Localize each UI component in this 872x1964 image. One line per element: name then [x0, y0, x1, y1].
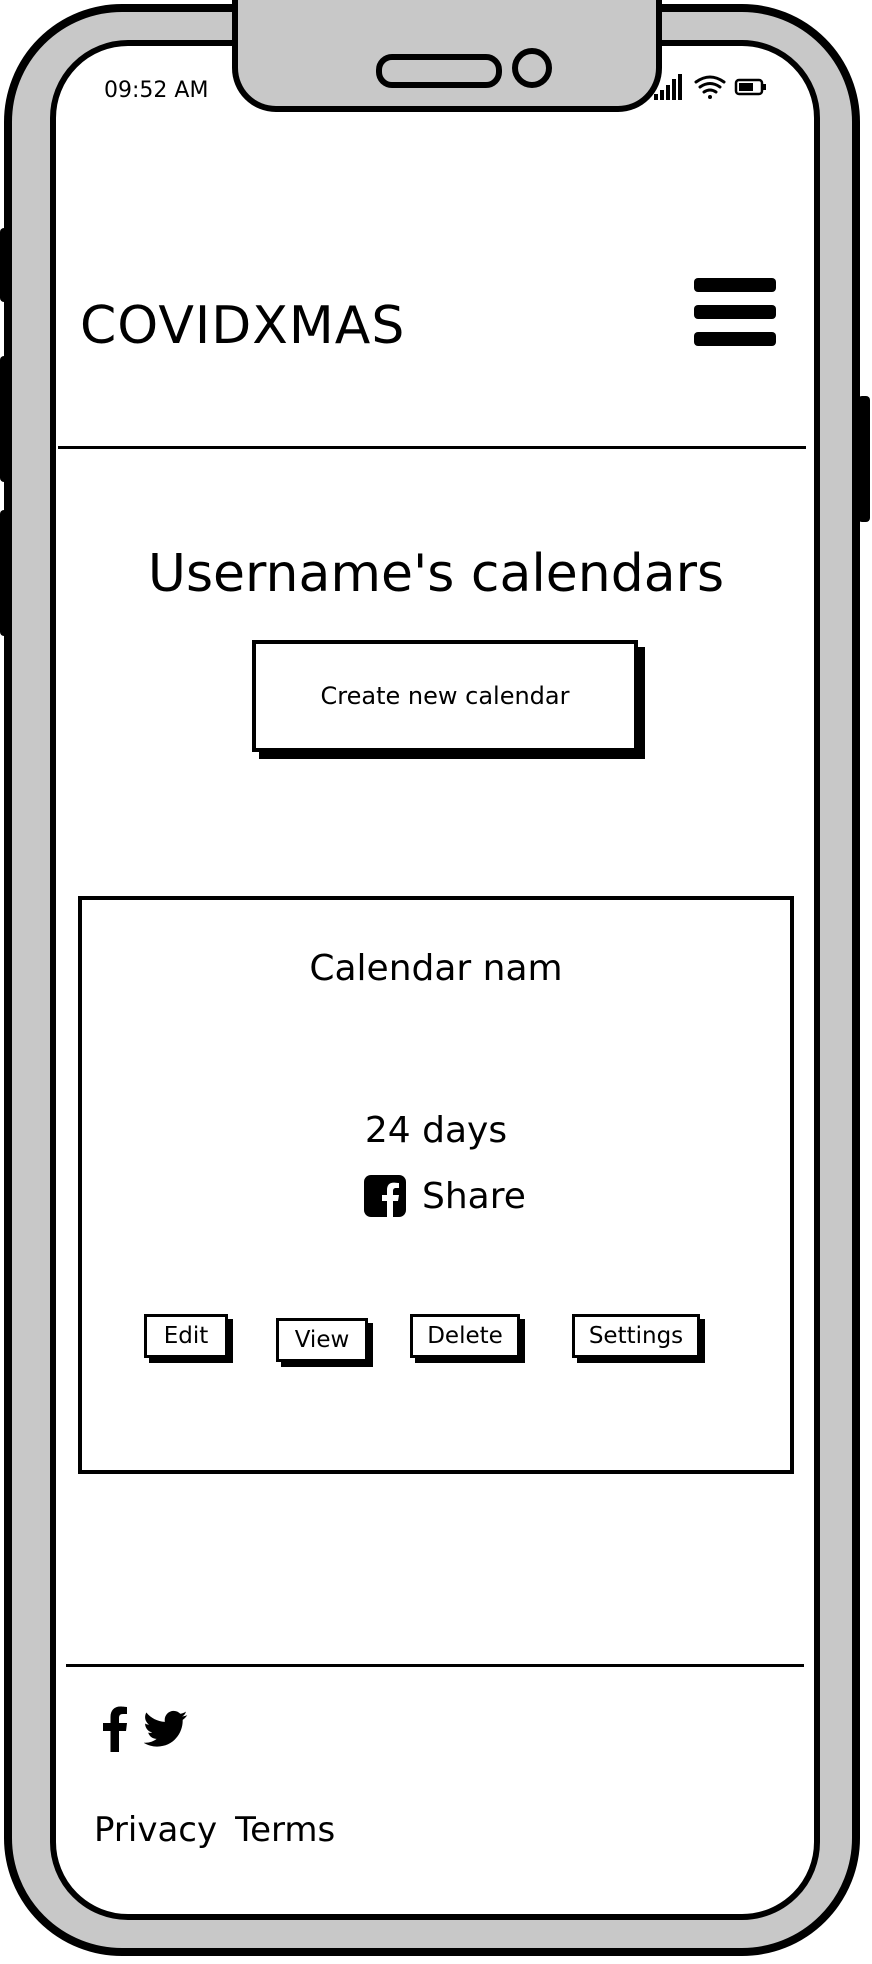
terms-link[interactable]: Terms	[235, 1810, 335, 1850]
facebook-icon[interactable]	[102, 1706, 128, 1752]
wifi-icon	[694, 75, 726, 99]
speaker-grille	[376, 54, 502, 88]
hamburger-menu-icon[interactable]	[694, 278, 776, 346]
calendar-name: Calendar nam	[309, 948, 563, 989]
battery-icon	[734, 78, 766, 96]
footer-divider	[66, 1664, 804, 1667]
share-button[interactable]: Share	[364, 1174, 526, 1218]
phone-volume-up	[0, 356, 12, 482]
footer-links: Privacy Terms	[94, 1810, 353, 1850]
status-time: 09:52 AM	[104, 78, 209, 103]
phone-power-button	[858, 396, 870, 522]
calendar-days: 24 days	[364, 1110, 508, 1151]
settings-button[interactable]: Settings	[572, 1314, 700, 1358]
calendar-card: Calendar nam 24 days Share Edit View Del…	[78, 896, 794, 1474]
phone-side-button	[0, 228, 12, 302]
status-icons	[654, 74, 766, 100]
facebook-square-icon	[364, 1175, 406, 1217]
header-divider	[58, 446, 806, 449]
delete-button[interactable]: Delete	[410, 1314, 520, 1358]
privacy-link[interactable]: Privacy	[94, 1810, 217, 1850]
front-camera	[512, 48, 552, 88]
twitter-icon[interactable]	[144, 1710, 188, 1748]
footer-social-icons	[102, 1706, 188, 1752]
edit-button[interactable]: Edit	[144, 1314, 228, 1358]
share-label: Share	[422, 1175, 526, 1217]
signal-icon	[654, 74, 682, 100]
page-title: Username's calendars	[147, 544, 725, 604]
create-calendar-button[interactable]: Create new calendar	[252, 640, 638, 752]
view-button[interactable]: View	[276, 1318, 368, 1362]
brand-logo[interactable]: COVIDXMAS	[80, 296, 405, 356]
